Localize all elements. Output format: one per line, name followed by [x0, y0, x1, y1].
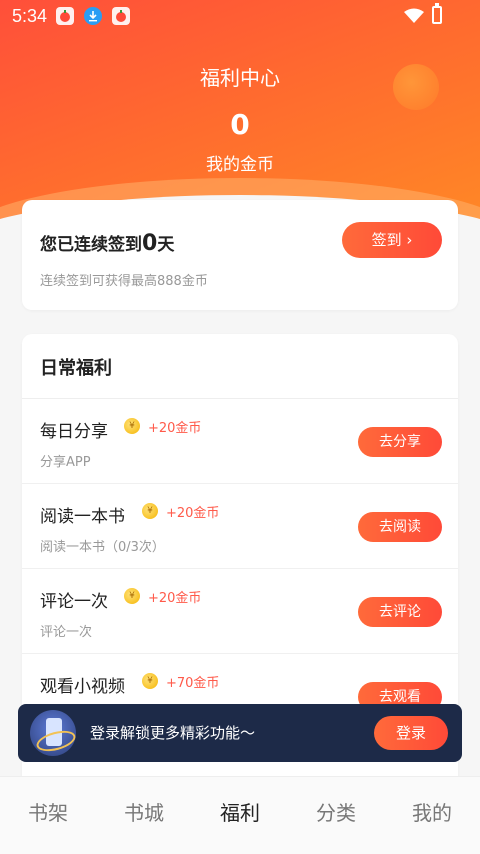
daily-welfare-header: 日常福利	[40, 358, 112, 379]
task-reward: +20金币	[148, 421, 202, 436]
nav-item-bookshelf[interactable]: 书架	[0, 777, 96, 854]
task-title: 阅读一本书	[40, 507, 125, 527]
coin-icon: ¥	[142, 673, 158, 689]
welfare-center-page: 5:34 福利中心 0 我的金币 您已连续签到0天 连续签到可获得最高888金币…	[0, 0, 480, 854]
login-button[interactable]: 登录	[374, 716, 448, 750]
wifi-icon	[404, 8, 424, 23]
task-row-read: 阅读一本书 ¥ +20金币 阅读一本书（0/3次） 去阅读	[22, 484, 458, 569]
tomato-app-icon	[112, 7, 130, 25]
task-desc: 阅读一本书（0/3次）	[40, 540, 165, 555]
coin-balance-label: 我的金币	[206, 155, 274, 175]
checkin-card: 您已连续签到0天 连续签到可获得最高888金币 签到 ›	[22, 200, 458, 310]
comment-button[interactable]: 去评论	[358, 597, 442, 627]
task-desc: 评论一次	[40, 625, 93, 640]
share-button[interactable]: 去分享	[358, 427, 442, 457]
coin-icon: ¥	[124, 588, 140, 604]
tomato-app-icon	[56, 7, 74, 25]
coin-balance: 0	[230, 108, 250, 141]
checkin-prefix: 您已连续签到	[40, 235, 142, 255]
coin-icon: ¥	[142, 503, 158, 519]
task-title: 观看小视频	[40, 677, 125, 697]
task-desc: 分享APP	[40, 455, 91, 470]
page-title: 福利中心	[200, 66, 280, 90]
battery-charging-icon	[432, 3, 442, 24]
task-reward: +20金币	[166, 506, 220, 521]
coin-icon: ¥	[124, 418, 140, 434]
login-banner: 登录解锁更多精彩功能～ 登录	[18, 704, 462, 762]
task-title: 评论一次	[40, 592, 108, 612]
nav-item-bookstore[interactable]: 书城	[96, 777, 192, 854]
status-time: 5:34	[12, 6, 48, 26]
checkin-subtitle: 连续签到可获得最高888金币	[40, 274, 208, 289]
status-bar: 5:34	[0, 0, 480, 32]
login-banner-text: 登录解锁更多精彩功能～	[90, 724, 256, 742]
nav-item-welfare[interactable]: 福利	[192, 777, 288, 854]
task-reward: +70金币	[166, 676, 220, 691]
read-button[interactable]: 去阅读	[358, 512, 442, 542]
nav-item-category[interactable]: 分类	[288, 777, 384, 854]
download-icon	[84, 7, 102, 25]
checkin-button[interactable]: 签到 ›	[342, 222, 442, 258]
task-row-share: 每日分享 ¥ +20金币 分享APP 去分享	[22, 399, 458, 484]
task-reward: +20金币	[148, 591, 202, 606]
bottom-nav: 书架 书城 福利 分类 我的	[0, 776, 480, 854]
checkin-status: 您已连续签到0天	[40, 230, 174, 256]
checkin-suffix: 天	[157, 235, 175, 255]
checkin-days: 0	[142, 231, 158, 256]
nav-item-profile[interactable]: 我的	[384, 777, 480, 854]
task-title: 每日分享	[40, 422, 108, 442]
phone-icon	[30, 710, 76, 756]
task-row-comment: 评论一次 ¥ +20金币 评论一次 去评论	[22, 569, 458, 654]
